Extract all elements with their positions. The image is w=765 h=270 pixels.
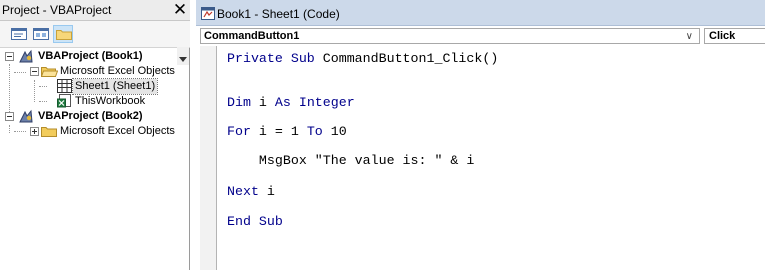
project-explorer-pane: Project - VBAProject ✕ VBAProject (Book1…: [0, 0, 190, 270]
project-explorer-toolbar: [0, 21, 190, 65]
code-line: Next i: [227, 184, 275, 199]
close-icon[interactable]: ✕: [171, 1, 189, 19]
view-object-button[interactable]: [30, 25, 50, 43]
code-window-title-bar: Book1 - Sheet1 (Code): [196, 0, 765, 26]
procedure-dropdown-value: Click: [709, 30, 736, 42]
object-dropdown-value: CommandButton1: [204, 30, 300, 42]
folder-icon: [56, 30, 72, 40]
code-window-icon: [201, 7, 215, 20]
vba-project-icon: [19, 49, 33, 63]
code-line: MsgBox "The value is: " & i: [258, 153, 475, 168]
workbook-icon: [57, 94, 71, 108]
vba-project-icon: [19, 109, 33, 123]
collapse-icon[interactable]: [5, 112, 14, 121]
view-object-icon: [33, 28, 49, 40]
code-line: End Sub: [227, 214, 283, 229]
view-code-button[interactable]: [8, 25, 28, 43]
view-code-icon: [11, 28, 27, 40]
tree-item-sheet1[interactable]: Sheet1 (Sheet1): [51, 78, 181, 95]
object-dropdown[interactable]: CommandButton1 ∨: [200, 28, 700, 44]
folder-icon: [41, 127, 57, 137]
collapse-icon[interactable]: [5, 52, 14, 61]
code-window-title: Book1 - Sheet1 (Code): [217, 7, 340, 21]
expand-icon[interactable]: [30, 127, 39, 136]
tree-item-vbaproject-book2[interactable]: VBAProject (Book2): [4, 109, 184, 124]
code-editor[interactable]: Private Sub CommandButton1_Click() Dim i…: [218, 46, 765, 270]
code-line: Dim i As Integer: [227, 95, 355, 110]
procedure-dropdown[interactable]: Click: [704, 28, 765, 44]
open-folder-icon: [41, 67, 58, 77]
tree-item-excel-objects-book2[interactable]: Microsoft Excel Objects: [29, 124, 187, 139]
tree-item-vbaproject-book1[interactable]: VBAProject (Book1): [4, 49, 184, 64]
tree-item-thisworkbook[interactable]: ThisWorkbook: [51, 94, 181, 109]
worksheet-icon: [57, 79, 72, 93]
chevron-down-icon[interactable]: ∨: [686, 31, 693, 42]
code-margin-bar[interactable]: [200, 46, 217, 270]
tree-item-excel-objects-book1[interactable]: Microsoft Excel Objects: [29, 64, 187, 79]
code-line: Private Sub CommandButton1_Click(): [227, 51, 499, 66]
collapse-icon[interactable]: [30, 67, 39, 76]
project-explorer-title: Project - VBAProject: [2, 3, 112, 17]
project-explorer-title-bar: Project - VBAProject ✕: [0, 0, 190, 21]
code-window: Book1 - Sheet1 (Code) CommandButton1 ∨ C…: [196, 0, 765, 270]
toggle-folders-button[interactable]: [53, 25, 73, 43]
code-line: For i = 1 To 10: [227, 124, 347, 139]
